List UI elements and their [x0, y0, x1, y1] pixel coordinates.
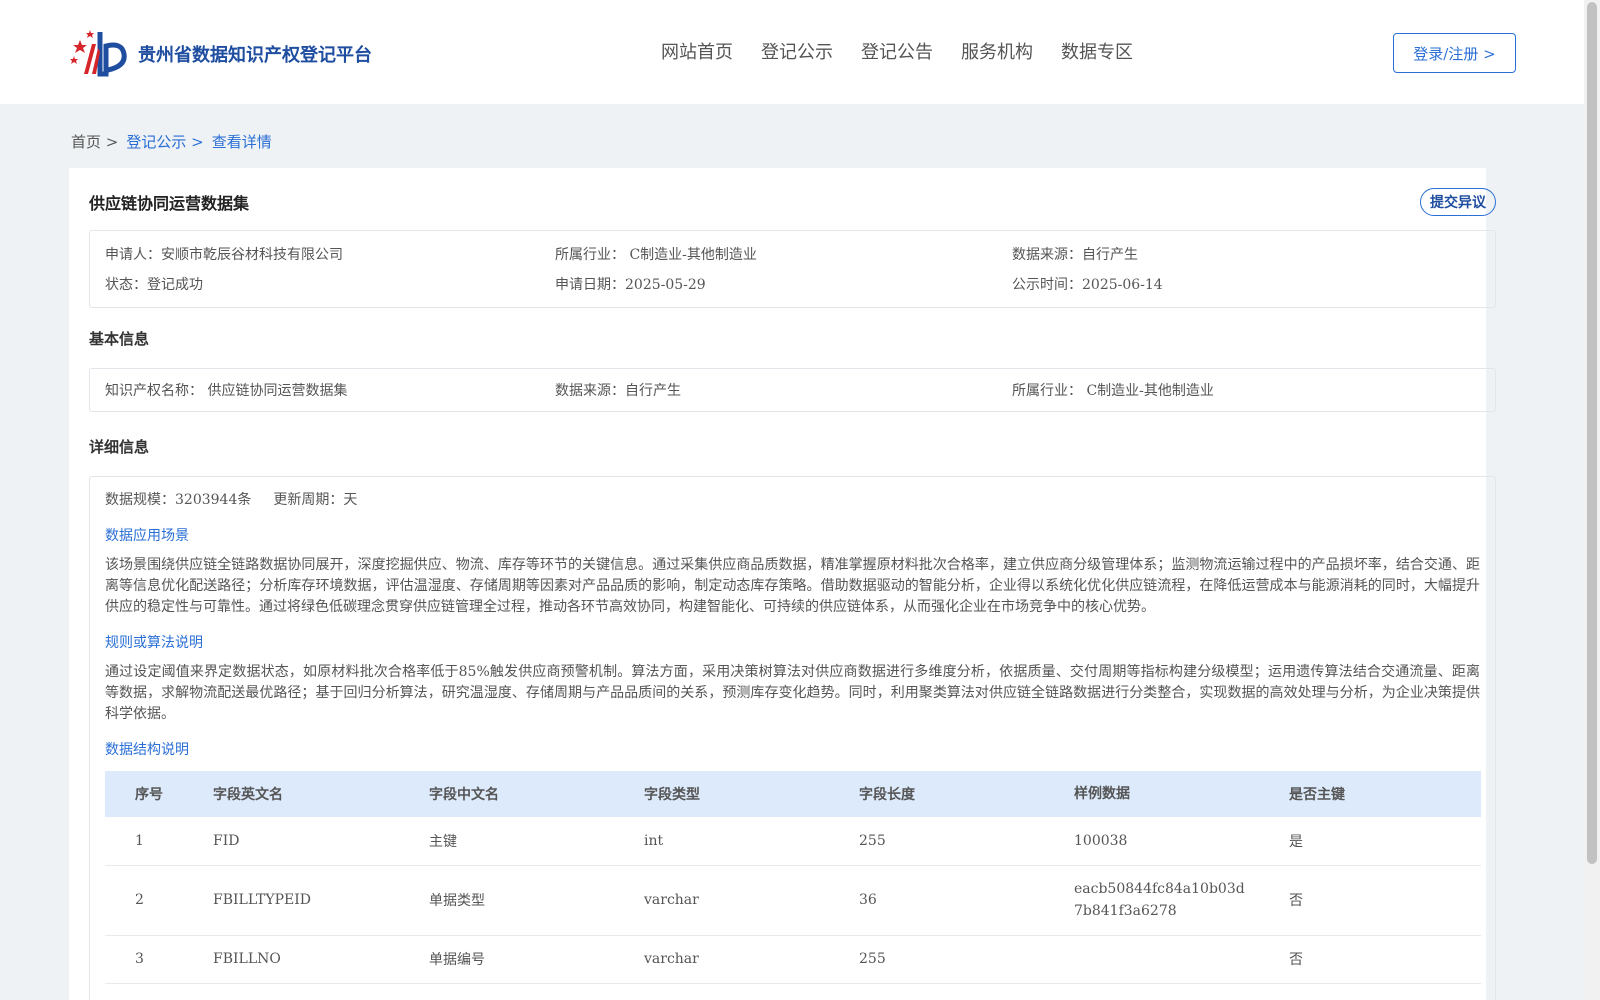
cell-field-en: FBILLTYPEID [213, 865, 429, 936]
cell-field-cn: 单据编号 [429, 935, 644, 984]
data-scale: 数据规模：3203944条 [105, 492, 252, 508]
nav-service-agencies[interactable]: 服务机构 [961, 38, 1033, 64]
cell-sample [1074, 935, 1289, 984]
applicant: 申请人：安顺市乾辰谷材科技有限公司 [105, 247, 343, 263]
cell-field-en: FID [213, 817, 429, 866]
col-primary-key: 是否主键 [1289, 787, 1345, 803]
cell-field-cn: 单据类型 [429, 865, 644, 936]
structure-title: 数据结构说明 [105, 742, 189, 758]
main-nav: 网站首页 登记公示 登记公告 服务机构 数据专区 [661, 38, 1133, 64]
cell-field-cn: 主键 [429, 817, 644, 866]
cell-primary-key: 否 [1289, 935, 1481, 984]
status: 状态：登记成功 [105, 277, 203, 293]
detail-info-title: 详细信息 [89, 438, 150, 456]
breadcrumb: 首页 > 登记公示 > 查看详情 [71, 131, 272, 152]
table-header-row: 序号 字段英文名 字段中文名 字段类型 字段长度 样例数据 是否主键 [105, 771, 1481, 817]
update-cycle: 更新周期：天 [273, 492, 358, 508]
cell-field-length: 36 [859, 865, 1074, 936]
nav-data-zone[interactable]: 数据专区 [1061, 38, 1133, 64]
breadcrumb-home[interactable]: 首页 > [71, 131, 118, 152]
cell-primary-key: 否 [1289, 865, 1481, 936]
ip-name: 知识产权名称： 供应链协同运营数据集 [105, 383, 348, 399]
industry: 所属行业： C制造业-其他制造业 [555, 247, 757, 263]
cell-index: 2 [105, 865, 213, 936]
cell-sample-wrap: eacb50844fc84a10b03d7b841f3a6278 [1074, 865, 1289, 936]
publish-date: 公示时间：2025-06-14 [1012, 277, 1163, 293]
apply-date: 申请日期：2025-05-29 [555, 277, 706, 293]
cell-index: 1 [105, 817, 213, 866]
col-field-type: 字段类型 [644, 787, 700, 803]
basic-industry: 所属行业： C制造业-其他制造业 [1012, 383, 1214, 399]
table-row: 3 FBILLNO 单据编号 varchar 255 否 [105, 935, 1481, 984]
cell-field-type: varchar [644, 935, 859, 984]
detail-card: 供应链协同运营数据集 提交异议 申请人：安顺市乾辰谷材科技有限公司 所属行业： … [69, 168, 1496, 1000]
data-structure-table: 序号 字段英文名 字段中文名 字段类型 字段长度 样例数据 是否主键 1 FID… [105, 771, 1481, 984]
table-row: 1 FID 主键 int 255 100038 是 [105, 817, 1481, 866]
col-sample: 样例数据 [1074, 786, 1130, 802]
scenario-text: 该场景围绕供应链全链路数据协同展开，深度挖掘供应、物流、库存等环节的关键信息。通… [105, 557, 1480, 615]
page-scrollbar[interactable] [1584, 0, 1600, 1000]
nav-registration-announcement[interactable]: 登记公告 [861, 38, 933, 64]
summary-box: 申请人：安顺市乾辰谷材科技有限公司 所属行业： C制造业-其他制造业 数据来源：… [89, 230, 1496, 308]
rule-title: 规则或算法说明 [105, 635, 203, 651]
detail-box: 数据规模：3203944条 更新周期：天 数据应用场景 该场景围绕供应链全链路数… [89, 476, 1496, 1000]
cell-sample: eacb50844fc84a10b03d7b841f3a6278 [1074, 881, 1245, 919]
scenario-title: 数据应用场景 [105, 528, 189, 544]
rule-text: 通过设定阈值来界定数据状态，如原材料批次合格率低于85%触发供应商预警机制。算法… [105, 664, 1480, 722]
data-source: 数据来源：自行产生 [1012, 247, 1138, 263]
cell-field-type: varchar [644, 865, 859, 936]
page-title: 供应链协同运营数据集 [89, 194, 250, 213]
col-field-length: 字段长度 [859, 787, 915, 803]
submit-objection-button[interactable]: 提交异议 [1420, 188, 1496, 216]
table-row: 2 FBILLTYPEID 单据类型 varchar 36 eacb50844f… [105, 865, 1481, 936]
col-index: 序号 [135, 787, 163, 803]
scrollbar-thumb[interactable] [1587, 2, 1597, 864]
cell-field-type: int [644, 817, 859, 866]
cell-primary-key: 是 [1289, 817, 1481, 866]
site-title[interactable]: 贵州省数据知识产权登记平台 [138, 41, 372, 67]
basic-info-title: 基本信息 [89, 330, 150, 348]
cell-field-en: FBILLNO [213, 935, 429, 984]
breadcrumb-section[interactable]: 登记公示 > [126, 131, 203, 152]
basic-data-source: 数据来源：自行产生 [555, 383, 681, 399]
col-field-en: 字段英文名 [213, 787, 283, 803]
cell-sample: 100038 [1074, 817, 1289, 866]
breadcrumb-current: 查看详情 [211, 133, 272, 151]
nav-home[interactable]: 网站首页 [661, 38, 733, 64]
cell-field-length: 255 [859, 935, 1074, 984]
basic-info-box: 知识产权名称： 供应链协同运营数据集 数据来源：自行产生 所属行业： C制造业-… [89, 368, 1496, 412]
col-field-cn: 字段中文名 [429, 787, 499, 803]
login-register-button[interactable]: 登录/注册 > [1393, 33, 1516, 73]
platform-logo-icon[interactable] [70, 26, 130, 78]
nav-registration-publicity[interactable]: 登记公示 [761, 38, 833, 64]
cell-index: 3 [105, 935, 213, 984]
cell-field-length: 255 [859, 817, 1074, 866]
top-header: 贵州省数据知识产权登记平台 网站首页 登记公示 登记公告 服务机构 数据专区 登… [0, 0, 1584, 104]
